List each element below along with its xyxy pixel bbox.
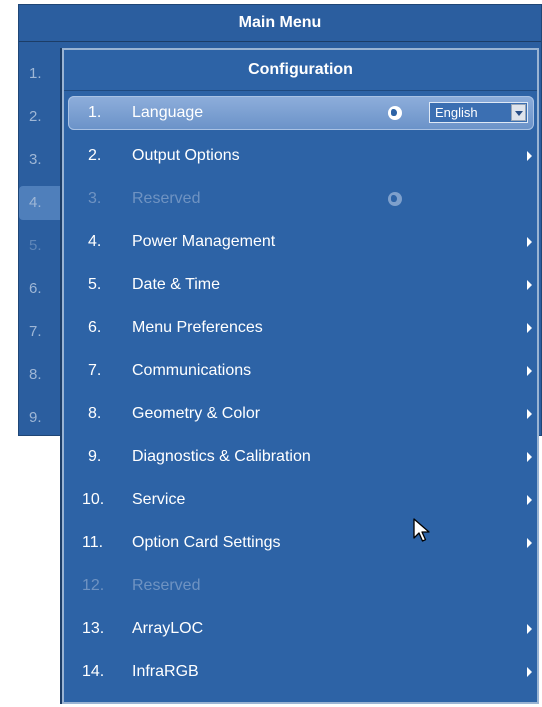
item-label: Option Card Settings xyxy=(132,534,281,551)
globe-icon xyxy=(388,192,402,206)
chevron-right-icon xyxy=(527,366,532,376)
chevron-right-icon xyxy=(527,452,532,462)
item-number: 10. xyxy=(82,491,105,508)
item-number: 5. xyxy=(88,276,102,293)
item-label: Reserved xyxy=(132,190,201,207)
menu-item-option-card-settings[interactable]: 11. Option Card Settings xyxy=(68,526,534,560)
chevron-right-icon xyxy=(527,151,532,161)
chevron-right-icon xyxy=(527,409,532,419)
item-number: 12. xyxy=(82,577,105,594)
menu-item-arrayloc[interactable]: 13. ArrayLOC xyxy=(68,612,534,646)
item-number: 2. xyxy=(88,147,102,164)
menu-item-menu-preferences[interactable]: 6. Menu Preferences xyxy=(68,311,534,345)
chevron-down-icon[interactable] xyxy=(511,104,526,121)
menu-item-language[interactable]: 1. Language English xyxy=(68,96,534,130)
configuration-menu: Configuration 1. Language English 2. Out… xyxy=(62,48,539,704)
chevron-right-icon xyxy=(527,624,532,634)
item-label: Language xyxy=(132,104,204,121)
item-label: Output Options xyxy=(132,147,240,164)
chevron-right-icon xyxy=(527,237,532,247)
item-number: 9. xyxy=(88,448,102,465)
main-menu-item[interactable]: 7. xyxy=(19,315,65,349)
item-label: ArrayLOC xyxy=(132,620,204,637)
item-label: Service xyxy=(132,491,186,508)
item-number: 1. xyxy=(88,104,102,121)
menu-item-power-management[interactable]: 4. Power Management xyxy=(68,225,534,259)
item-label: Power Management xyxy=(132,233,276,250)
menu-item-reserved: 3. Reserved xyxy=(68,182,534,216)
item-number: 6. xyxy=(88,319,102,336)
menu-item-date-time[interactable]: 5. Date & Time xyxy=(68,268,534,302)
menu-item-output-options[interactable]: 2. Output Options xyxy=(68,139,534,173)
menu-item-infrargb[interactable]: 14. InfraRGB xyxy=(68,655,534,689)
item-number: 4. xyxy=(88,233,102,250)
chevron-right-icon xyxy=(527,495,532,505)
main-menu-title: Main Menu xyxy=(19,5,541,42)
main-menu-item[interactable]: 9. xyxy=(19,401,65,435)
main-menu-item[interactable]: 8. xyxy=(19,358,65,392)
configuration-title: Configuration xyxy=(64,50,537,91)
main-menu-item[interactable]: 5. xyxy=(19,229,65,263)
item-number: 11. xyxy=(82,534,104,551)
globe-icon xyxy=(388,106,402,120)
item-label: InfraRGB xyxy=(132,663,199,680)
chevron-right-icon xyxy=(527,538,532,548)
language-select[interactable]: English xyxy=(429,102,528,123)
main-menu-item[interactable]: 3. xyxy=(19,143,65,177)
chevron-right-icon xyxy=(527,667,532,677)
menu-item-reserved: 12. Reserved xyxy=(68,569,534,603)
menu-item-geometry-color[interactable]: 8. Geometry & Color xyxy=(68,397,534,431)
item-number: 7. xyxy=(88,362,102,379)
chevron-right-icon xyxy=(527,323,532,333)
item-label: Communications xyxy=(132,362,252,379)
chevron-right-icon xyxy=(527,280,532,290)
main-menu-item-selected[interactable]: 4. xyxy=(19,186,65,220)
main-menu-item[interactable]: 1. xyxy=(19,57,65,91)
item-number: 3. xyxy=(88,190,102,207)
item-number: 8. xyxy=(88,405,102,422)
main-menu-item[interactable]: 6. xyxy=(19,272,65,306)
item-label: Reserved xyxy=(132,577,201,594)
language-select-value: English xyxy=(435,105,478,120)
item-label: Menu Preferences xyxy=(132,319,263,336)
main-menu-item[interactable]: 2. xyxy=(19,100,65,134)
item-label: Diagnostics & Calibration xyxy=(132,448,311,465)
menu-item-service[interactable]: 10. Service xyxy=(68,483,534,517)
item-label: Geometry & Color xyxy=(132,405,261,422)
menu-item-communications[interactable]: 7. Communications xyxy=(68,354,534,388)
item-label: Date & Time xyxy=(132,276,221,293)
item-number: 14. xyxy=(82,663,105,680)
menu-item-diagnostics-calibration[interactable]: 9. Diagnostics & Calibration xyxy=(68,440,534,474)
mouse-pointer-icon xyxy=(413,518,430,542)
item-number: 13. xyxy=(82,620,105,637)
